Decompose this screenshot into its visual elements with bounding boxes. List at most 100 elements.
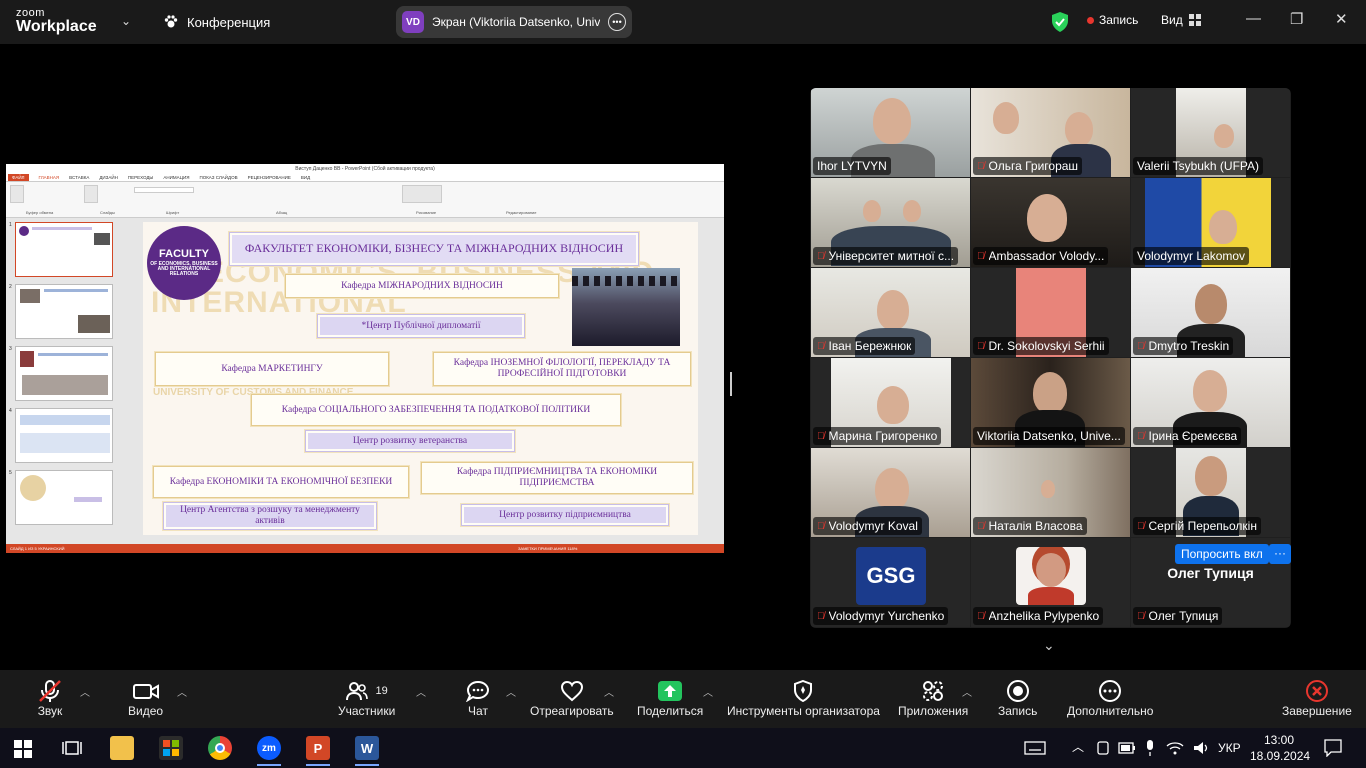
- file-explorer-icon[interactable]: [110, 736, 134, 760]
- slide-thumb-1[interactable]: [15, 222, 113, 277]
- participant-tile[interactable]: 🎙̸ Volodymyr Koval: [811, 448, 970, 537]
- new-slide-icon[interactable]: [84, 185, 98, 203]
- more-button[interactable]: Дополнительно: [1067, 678, 1153, 718]
- audio-options-caret[interactable]: ︿: [80, 684, 90, 699]
- share-options-caret[interactable]: ︿: [703, 684, 713, 699]
- participant-tile[interactable]: Valerii Tsybukh (UFPA): [1131, 88, 1290, 177]
- audio-button[interactable]: Звук: [37, 678, 63, 718]
- tab-animation[interactable]: АНИМАЦИЯ: [163, 174, 189, 181]
- chat-button[interactable]: Чат: [466, 678, 490, 718]
- participant-avatar: GSG: [856, 547, 926, 605]
- chevron-down-icon[interactable]: ⌄: [121, 14, 131, 28]
- participant-tile[interactable]: 🎙̸ Anzhelika Pylypenko: [971, 538, 1130, 627]
- tab-view[interactable]: ВИД: [301, 174, 310, 181]
- participant-tile[interactable]: GSG 🎙̸ Volodymyr Yurchenko: [811, 538, 970, 627]
- apps-button[interactable]: Приложения: [898, 678, 968, 718]
- shapes-icon[interactable]: [402, 185, 442, 203]
- chevron-down-icon[interactable]: ⌄: [1043, 637, 1055, 654]
- muted-mic-icon: 🎙̸: [817, 250, 825, 262]
- security-shield-icon[interactable]: [1050, 11, 1070, 33]
- record-label: Запись: [998, 704, 1038, 718]
- participant-tile[interactable]: 🎙̸ Dr. Sokolovskyi Serhii: [971, 268, 1130, 357]
- restore-icon[interactable]: ❐: [1290, 10, 1303, 28]
- video-options-caret[interactable]: ︿: [177, 684, 187, 699]
- tab-transitions[interactable]: ПЕРЕХОДЫ: [128, 174, 154, 181]
- participant-name: Ihor LYTVYN: [817, 159, 887, 173]
- participant-tile[interactable]: Volodymyr Lakomov: [1131, 178, 1290, 267]
- participant-tile[interactable]: 🎙̸ Dmytro Treskin: [1131, 268, 1290, 357]
- usb-icon[interactable]: [1096, 740, 1110, 756]
- close-icon[interactable]: ✕: [1335, 10, 1348, 28]
- muted-mic-icon: 🎙̸: [977, 160, 985, 172]
- tab-review[interactable]: РЕЦЕНЗИРОВАНИЕ: [248, 174, 291, 181]
- host-tools-label: Инструменты организатора: [727, 704, 880, 718]
- ask-to-start-video-button[interactable]: Попросить вкл: [1175, 544, 1269, 564]
- chrome-icon[interactable]: [208, 736, 232, 760]
- participant-label: Valerii Tsybukh (UFPA): [1133, 157, 1264, 175]
- participant-tile[interactable]: 🎙̸ Ambassador Volody...: [971, 178, 1130, 267]
- zoom-app-icon[interactable]: zm: [257, 736, 281, 760]
- host-tools-button[interactable]: Инструменты организатора: [727, 678, 880, 718]
- battery-icon[interactable]: [1118, 741, 1136, 755]
- powerpoint-icon[interactable]: P: [306, 736, 330, 760]
- participant-tile[interactable]: 🎙̸ Університет митної с...: [811, 178, 970, 267]
- ribbon-group-label: Редактирование: [506, 210, 537, 215]
- more-options-icon[interactable]: •••: [608, 13, 626, 31]
- participant-avatar: [1016, 547, 1086, 605]
- video-button[interactable]: Видео: [128, 678, 163, 718]
- record-button[interactable]: Запись: [998, 678, 1037, 718]
- slide-thumb-5[interactable]: [15, 470, 113, 525]
- participant-tile[interactable]: 🎙̸ Наталія Власова: [971, 448, 1130, 537]
- participant-tile[interactable]: 🎙̸ Іван Бережнюк: [811, 268, 970, 357]
- meeting-info-button[interactable]: Конференция: [163, 14, 270, 30]
- split-handle[interactable]: [730, 372, 732, 396]
- tab-slideshow[interactable]: ПОКАЗ СЛАЙДОВ: [199, 174, 237, 181]
- participant-label: 🎙̸ Марина Григоренко: [813, 427, 942, 445]
- tab-insert[interactable]: ВСТАВКА: [69, 174, 89, 181]
- participant-tile[interactable]: 🎙̸ Ірина Єремєєва: [1131, 358, 1290, 447]
- paste-icon[interactable]: [10, 185, 24, 203]
- keyboard-icon[interactable]: [1024, 741, 1046, 755]
- tab-design[interactable]: ДИЗАЙН: [99, 174, 118, 181]
- slide-thumb-4[interactable]: [15, 408, 113, 463]
- participant-name: Університет митної с...: [828, 249, 955, 263]
- chevron-up-icon[interactable]: ︿: [1072, 738, 1084, 755]
- thumb-number: 3: [9, 346, 12, 352]
- chat-options-caret[interactable]: ︿: [506, 684, 516, 699]
- wifi-icon[interactable]: [1166, 740, 1184, 756]
- tile-more-button[interactable]: ···: [1269, 544, 1291, 564]
- share-screen-button[interactable]: Поделиться: [637, 678, 703, 718]
- recording-indicator[interactable]: Запись: [1087, 13, 1138, 27]
- photo-detail: [572, 276, 680, 286]
- notifications-icon[interactable]: [1324, 739, 1342, 757]
- slide-thumb-2[interactable]: [15, 284, 113, 339]
- participant-tile-active-speaker[interactable]: Viktoriia Datsenko, Unive...: [971, 358, 1130, 447]
- video-person: [1041, 480, 1055, 498]
- view-button[interactable]: Вид: [1161, 13, 1201, 27]
- apps-options-caret[interactable]: ︿: [962, 684, 972, 699]
- windows-start-icon[interactable]: [14, 740, 32, 758]
- volume-icon[interactable]: [1192, 740, 1210, 756]
- screen-share-pill[interactable]: VD Экран (Viktoriia Datsenko, Unive •••: [396, 6, 632, 38]
- font-select[interactable]: [134, 187, 194, 193]
- react-button[interactable]: Отреагировать: [530, 678, 614, 718]
- participant-tile[interactable]: Ihor LYTVYN: [811, 88, 970, 177]
- participant-tile[interactable]: 🎙̸ Сергій Перепьолкін: [1131, 448, 1290, 537]
- tab-home[interactable]: ГЛАВНАЯ: [39, 174, 60, 181]
- end-meeting-button[interactable]: Завершение: [1282, 678, 1352, 718]
- minimize-icon[interactable]: —: [1246, 10, 1261, 27]
- microphone-tray-icon[interactable]: [1144, 739, 1156, 757]
- tab-file[interactable]: ФАЙЛ: [8, 174, 29, 181]
- react-options-caret[interactable]: ︿: [604, 684, 614, 699]
- system-clock[interactable]: 13:00 18.09.2024: [1250, 732, 1310, 764]
- participant-tile[interactable]: 🎙̸ Ольга Григораш: [971, 88, 1130, 177]
- word-icon[interactable]: W: [355, 736, 379, 760]
- task-view-icon[interactable]: [62, 739, 82, 757]
- language-indicator[interactable]: УКР: [1218, 741, 1241, 755]
- participant-name: Олег Тупиця: [1148, 609, 1219, 623]
- participant-tile[interactable]: 🎙̸ Марина Григоренко: [811, 358, 970, 447]
- store-icon[interactable]: [159, 736, 183, 760]
- participants-options-caret[interactable]: ︿: [416, 684, 426, 699]
- participants-button[interactable]: 19 Участники: [338, 678, 395, 718]
- slide-thumb-3[interactable]: [15, 346, 113, 401]
